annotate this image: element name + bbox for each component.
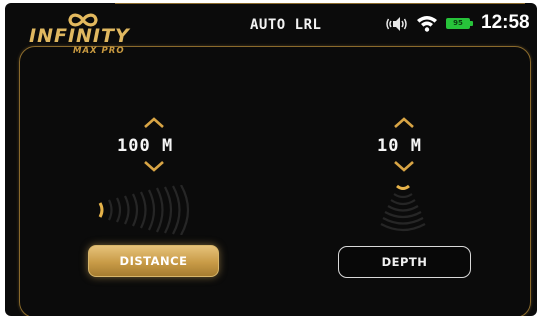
infinity-logo: INFINITY MAX PRO	[27, 11, 137, 56]
mode-title: AUTO LRL	[250, 17, 322, 33]
logo-wordmark: INFINITY	[29, 25, 130, 47]
depth-button[interactable]: DEPTH	[338, 246, 471, 278]
clock: 12:58	[481, 12, 530, 33]
depth-increase-chevron-up-icon[interactable]	[393, 116, 415, 128]
logo-subtitle: MAX PRO	[73, 46, 125, 56]
battery-icon: 95	[446, 18, 473, 29]
wifi-icon[interactable]	[416, 14, 438, 32]
vertical-signal-waves-icon	[380, 184, 426, 232]
battery-tip	[470, 21, 473, 26]
depth-decrease-chevron-down-icon[interactable]	[393, 161, 415, 173]
distance-button[interactable]: DISTANCE	[88, 245, 219, 277]
speaker-icon[interactable]	[386, 15, 408, 33]
device-screen: INFINITY MAX PRO AUTO LRL 95 12:58 100 M	[5, 3, 537, 316]
distance-decrease-chevron-down-icon[interactable]	[143, 161, 165, 173]
header-divider	[115, 3, 525, 4]
distance-value: 100 M	[117, 136, 174, 156]
distance-increase-chevron-up-icon[interactable]	[143, 116, 165, 128]
battery-percent: 95	[453, 19, 463, 27]
horizontal-signal-waves-icon	[98, 185, 190, 235]
depth-value: 10 M	[377, 136, 422, 156]
